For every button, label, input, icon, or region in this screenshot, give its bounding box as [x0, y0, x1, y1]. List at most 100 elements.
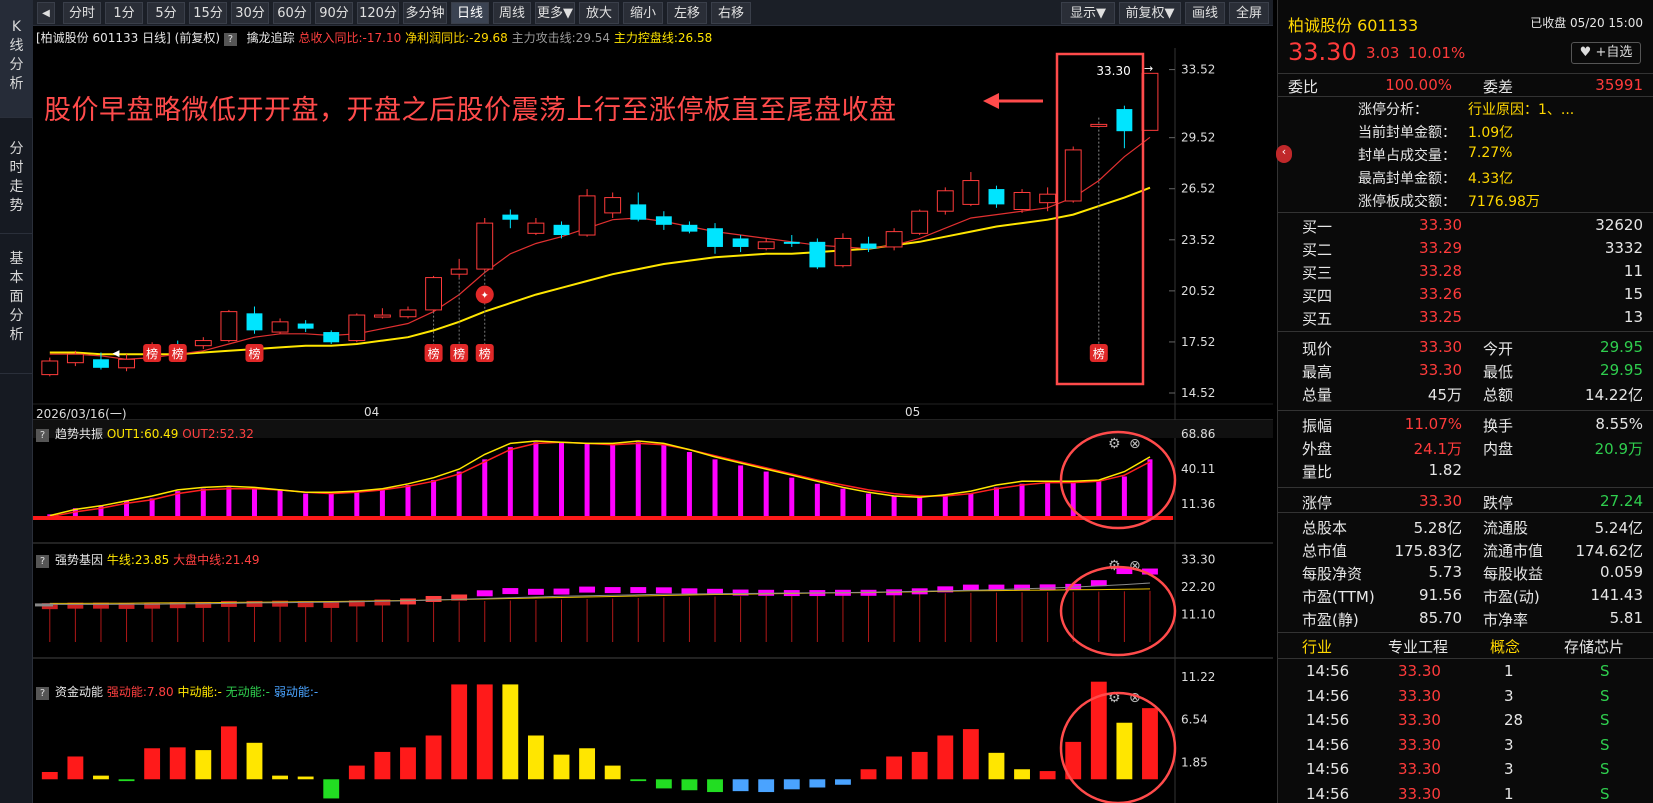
collapse-panel-icon[interactable]: ‹: [1276, 145, 1292, 163]
fundamental-label: 总市值: [1302, 542, 1348, 560]
trend-bar: [635, 442, 641, 518]
trend-out1: OUT1:60.49: [106, 427, 179, 441]
period-button[interactable]: 1分: [105, 2, 143, 24]
toolbar-right-button[interactable]: 全屏: [1229, 2, 1269, 24]
candle-body: [860, 243, 877, 249]
trend-bar: [789, 477, 795, 518]
divider: [1278, 512, 1653, 513]
tab-timeshare[interactable]: 分时走势: [0, 118, 33, 234]
quote-value: 33.30: [1419, 492, 1462, 510]
period-button[interactable]: 90分: [315, 2, 353, 24]
quote-value: 33.30: [1419, 338, 1462, 356]
help-icon[interactable]: ?: [223, 33, 237, 46]
trend-bar: [379, 489, 385, 518]
fundamental-value: 5.73: [1428, 563, 1462, 581]
close-status: 已收盘 05/20 15:00: [1530, 16, 1643, 30]
weibi-label: 委比: [1288, 78, 1319, 96]
period-button[interactable]: 更多▼: [535, 2, 575, 24]
fund-panel-title: ? 资金动能 强动能:7.80 中动能:- 无动能:- 弱动能:-: [36, 683, 319, 700]
quote-label: 外盘: [1302, 440, 1333, 458]
trend-title: 趋势共振: [55, 427, 104, 441]
tick-side: S: [1600, 784, 1610, 803]
gene-axis-label: 33.30: [1181, 553, 1215, 567]
fund-bar: [144, 748, 161, 780]
tick-volume: 1: [1504, 784, 1514, 803]
period-button[interactable]: 右移: [711, 2, 751, 24]
tick-price: 33.30: [1398, 735, 1441, 754]
date-label-apr: 04: [364, 405, 380, 419]
period-button[interactable]: 缩小: [623, 2, 663, 24]
candle-body: [962, 180, 980, 205]
fund-bar: [630, 779, 647, 782]
quote-label: 内盘: [1483, 440, 1514, 458]
fund-axis-label: 11.22: [1181, 670, 1215, 684]
candle-body: [118, 358, 135, 369]
trend-bar: [917, 497, 923, 518]
help-icon[interactable]: ?: [36, 687, 49, 700]
bang-label: 榜: [146, 346, 158, 361]
period-button[interactable]: 15分: [189, 2, 227, 24]
tab-fundamental[interactable]: 基本面分析: [0, 234, 33, 374]
bid-volume: 32620: [1595, 216, 1643, 234]
fund-bar: [732, 779, 749, 792]
period-button[interactable]: 左移: [667, 2, 707, 24]
profit-yoy: 净利润同比:-29.68: [405, 31, 508, 45]
period-button[interactable]: 放大: [579, 2, 619, 24]
trend-bar: [175, 491, 181, 518]
income-yoy: 总收入同比:-17.10: [298, 31, 402, 45]
gene-block: [630, 587, 647, 594]
fund-axis-label: 6.54: [1181, 713, 1208, 727]
period-button[interactable]: 5分: [147, 2, 185, 24]
gene-block: [502, 588, 519, 595]
trend-bar: [942, 496, 948, 518]
period-button[interactable]: 多分钟: [403, 2, 447, 24]
divider: [1278, 410, 1653, 411]
tab-kline-analysis[interactable]: K线分析: [0, 0, 33, 118]
toolbar-right-button[interactable]: 画线: [1185, 2, 1225, 24]
fundamental-label: 市盈(静): [1302, 611, 1359, 629]
divider: [1278, 632, 1653, 633]
trend-out2-line: [49, 441, 1151, 518]
bid-label: 买三: [1302, 264, 1333, 282]
quote-value: 27.24: [1600, 492, 1643, 510]
toolbar-right-button[interactable]: 显示▼: [1061, 2, 1115, 24]
trend-bar: [1147, 459, 1153, 518]
trend-bar: [712, 459, 718, 518]
add-favorite-button[interactable]: ♥ +自选: [1571, 42, 1641, 64]
trend-bar: [993, 487, 999, 518]
fund-strong: 强动能:7.80: [106, 685, 174, 699]
event-marker-glyph: ✦: [481, 291, 489, 302]
trend-bar: [226, 487, 232, 518]
quote-label: 量比: [1302, 463, 1333, 481]
help-icon[interactable]: ?: [36, 429, 49, 442]
fund-bar: [962, 729, 979, 780]
period-button[interactable]: 120分: [357, 2, 399, 24]
fund-bar: [911, 751, 928, 780]
quote-value: 29.95: [1600, 361, 1643, 379]
fund-bar: [348, 765, 365, 780]
fund-bar: [93, 775, 109, 780]
price-axis-label: 20.52: [1181, 284, 1215, 298]
fund-weak: 弱动能:-: [273, 685, 319, 699]
period-button[interactable]: 周线: [493, 2, 531, 24]
candle-body: [1064, 149, 1082, 202]
chart-header: [柏诚股份 601133 日线] (前复权) ? 擒龙追踪 总收入同比:-17.…: [36, 29, 712, 47]
period-button[interactable]: 分时: [63, 2, 101, 24]
gene-block: [604, 587, 621, 594]
gene-block: [579, 586, 596, 593]
trend-out2: OUT2:52.32: [182, 427, 254, 441]
candle-body: [809, 241, 826, 268]
price-axis-label: 29.52: [1181, 131, 1215, 145]
candle-body: [655, 216, 672, 225]
fund-bar: [604, 765, 621, 780]
period-button[interactable]: 60分: [273, 2, 311, 24]
toolbar-right-button[interactable]: 前复权▼: [1119, 2, 1181, 24]
limit-analysis-value: 行业原因：1、...: [1468, 102, 1575, 118]
period-button[interactable]: 日线: [451, 2, 489, 24]
trend-axis-label: 68.86: [1181, 427, 1215, 441]
help-icon[interactable]: ?: [36, 555, 49, 568]
candle-body: [425, 277, 443, 311]
back-arrow-icon[interactable]: ◀: [37, 2, 55, 24]
period-button[interactable]: 30分: [231, 2, 269, 24]
candle-body: [604, 197, 622, 214]
